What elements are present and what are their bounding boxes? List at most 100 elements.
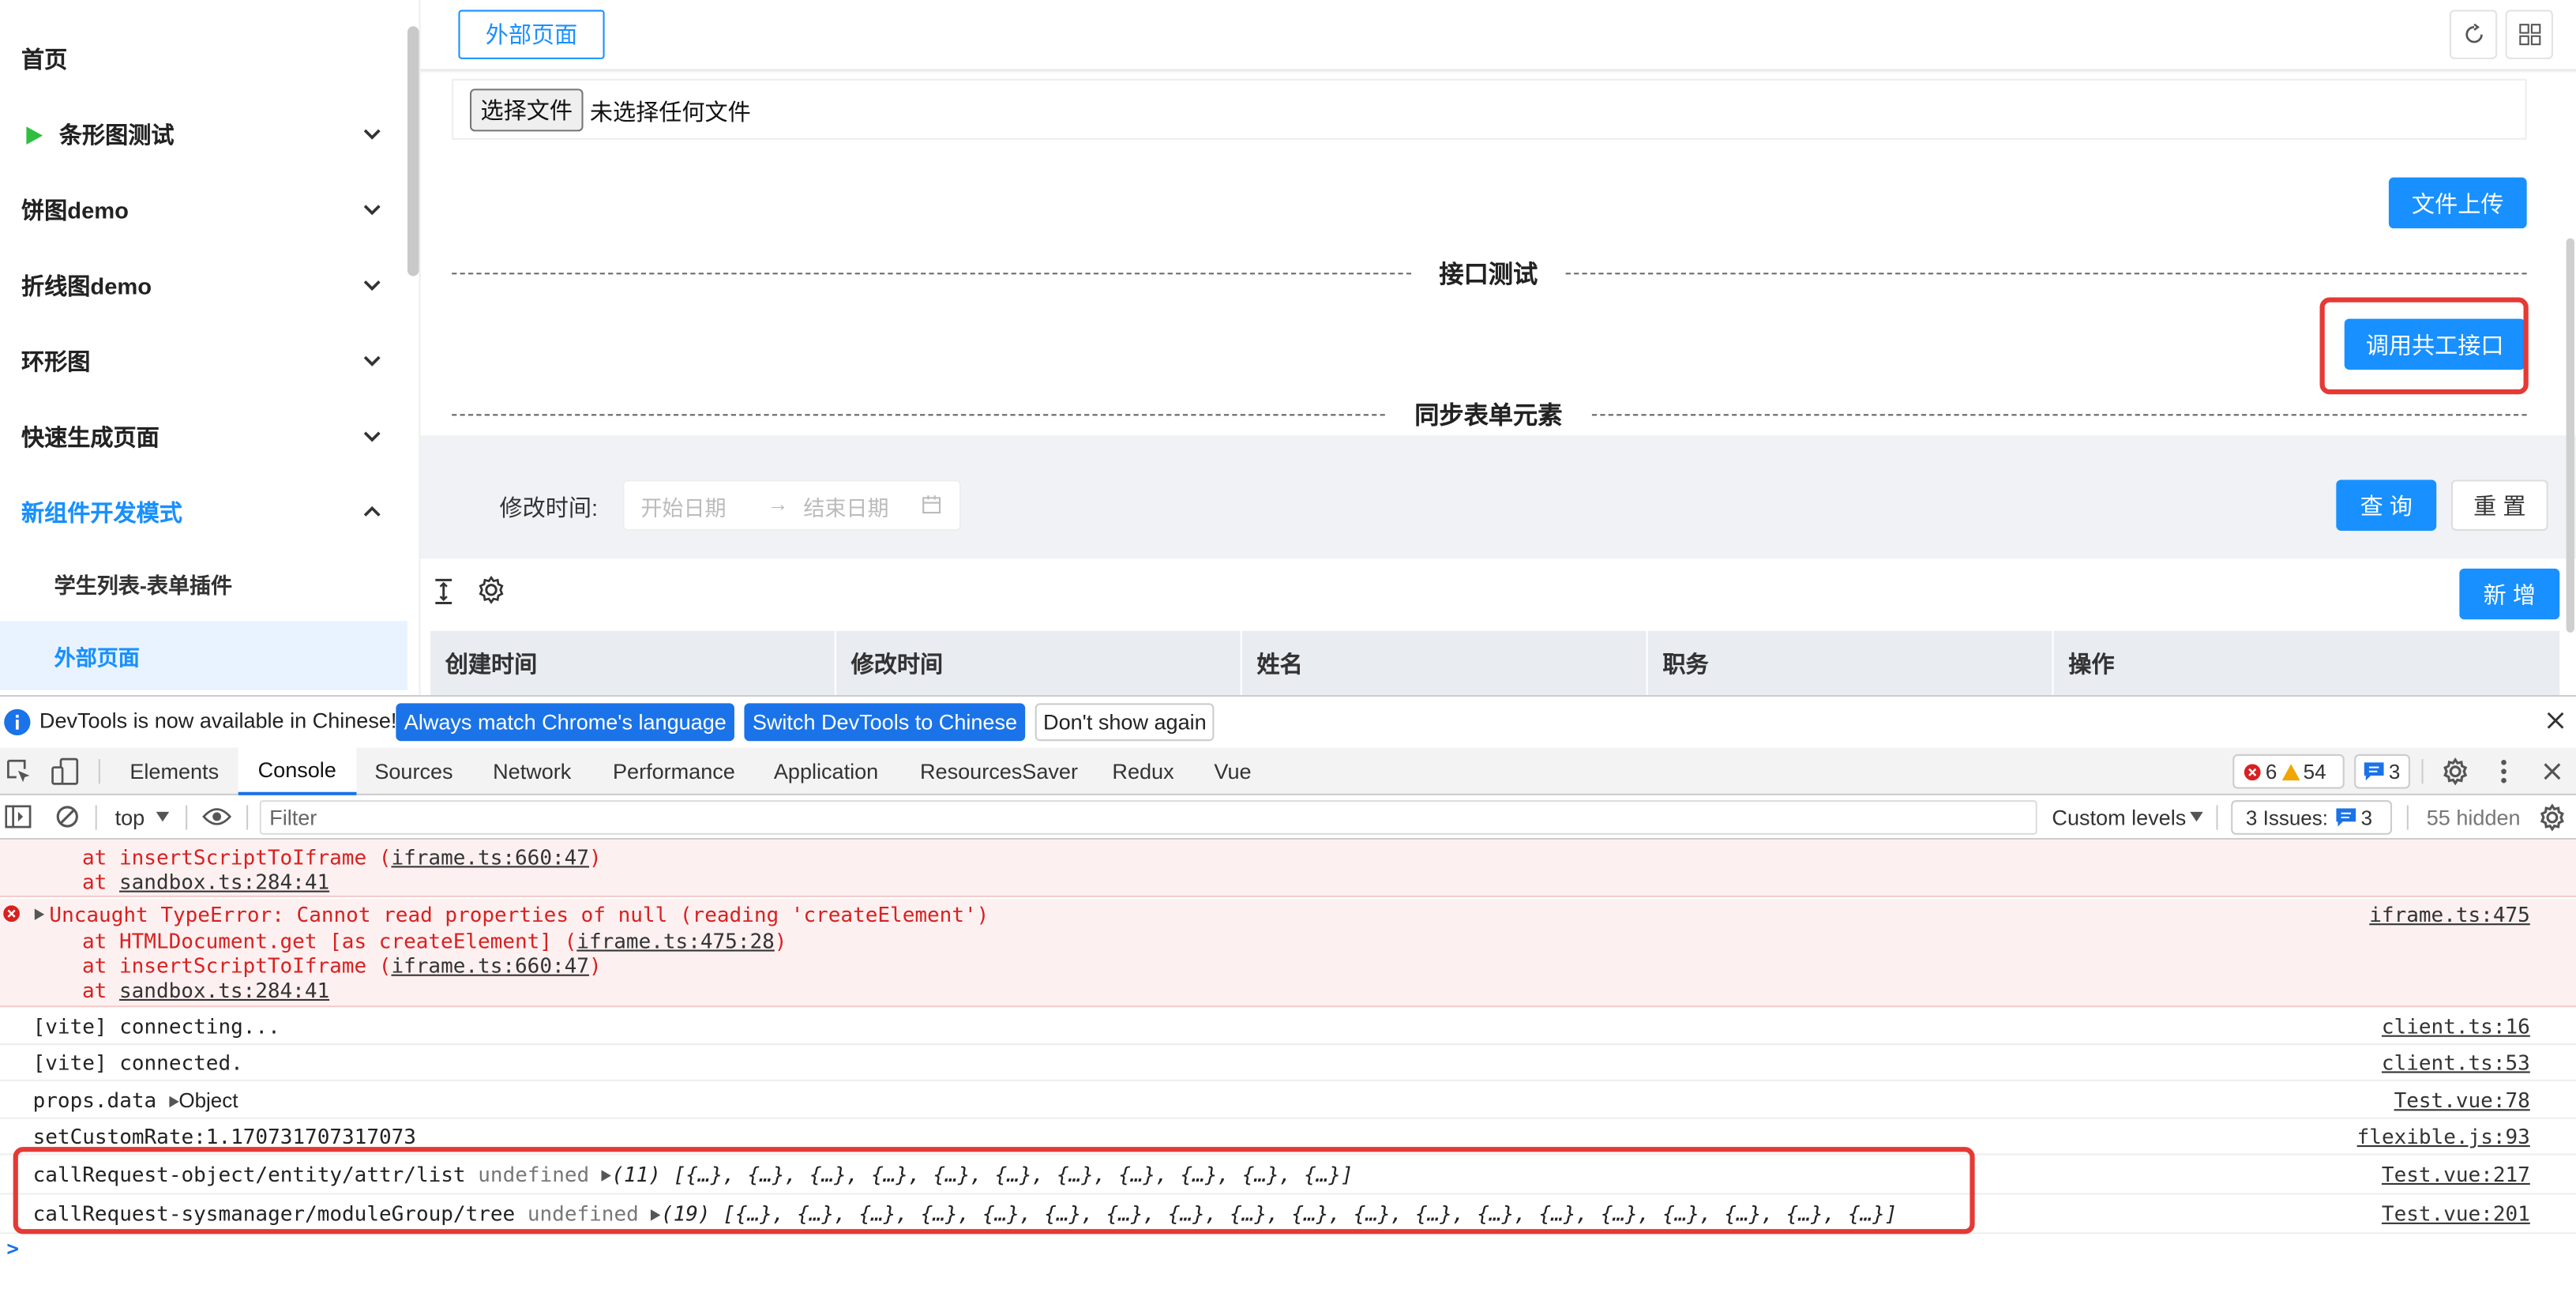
error-icon <box>2244 763 2261 780</box>
start-date-input[interactable]: 开始日期 <box>640 491 726 523</box>
issues-label: 3 Issues: <box>2245 806 2328 829</box>
choose-file-button[interactable]: 选择文件 <box>469 88 584 132</box>
reset-button[interactable]: 重 置 <box>2450 479 2548 531</box>
separator <box>246 805 249 830</box>
devtools-tab-performance[interactable]: Performance <box>613 748 735 795</box>
info-icon <box>4 708 31 735</box>
chevron-up-icon <box>363 505 381 517</box>
source-link[interactable]: client.ts:16 <box>2382 1014 2530 1039</box>
file-status: 未选择任何文件 <box>589 98 751 126</box>
end-date-input[interactable]: 结束日期 <box>803 491 888 523</box>
sidebar-item-bar-chart[interactable]: 条形图测试 <box>0 97 407 173</box>
filter-label: 修改时间: <box>499 494 599 521</box>
separator <box>98 759 100 784</box>
console-log-row <box>0 1009 2576 1046</box>
add-button[interactable]: 新 增 <box>2459 568 2560 620</box>
devtools-language-banner: DevTools is now available in Chinese! Al… <box>0 695 2576 746</box>
devtools-tab-resourcessaver[interactable]: ResourcesSaver <box>920 748 1078 795</box>
column-header[interactable]: 职务 <box>1648 630 2054 696</box>
issues-button[interactable]: 3 Issues: 3 <box>2231 800 2393 835</box>
sidebar-scrollbar[interactable] <box>407 26 419 276</box>
error-warning-counter[interactable]: 6 54 <box>2232 753 2345 789</box>
gear-icon[interactable] <box>476 575 505 604</box>
log-levels-dropdown[interactable]: Custom levels <box>2052 805 2186 829</box>
source-link[interactable]: client.ts:53 <box>2382 1050 2530 1074</box>
sidebar-item-ring[interactable]: 环形图 <box>0 324 407 400</box>
stack-frame: at insertScriptToIframe (iframe.ts:660:4… <box>82 953 602 978</box>
chevron-down-icon <box>363 129 381 140</box>
console-filter-input[interactable]: Filter <box>259 800 2037 835</box>
sidebar-item-new-component[interactable]: 新组件开发模式 <box>0 475 407 551</box>
sidebar-item-label: 折线图demo <box>21 272 152 299</box>
devtools-tab-network[interactable]: Network <box>493 748 571 795</box>
source-link[interactable]: sandbox.ts:284:41 <box>119 870 329 894</box>
sidebar-item-pie-demo[interactable]: 饼图demo <box>0 172 407 248</box>
switch-chinese-button[interactable]: Switch DevTools to Chinese <box>744 703 1026 742</box>
sidebar-subitem-label: 外部页面 <box>54 644 140 670</box>
source-link[interactable]: Test.vue:201 <box>2382 1201 2530 1226</box>
source-link[interactable]: sandbox.ts:284:41 <box>119 978 329 1002</box>
table-header: 创建时间 修改时间 姓名 职务 操作 <box>430 630 2560 696</box>
device-toggle-icon[interactable] <box>51 757 79 785</box>
calendar-icon <box>922 495 941 514</box>
expand-arrow-icon[interactable] <box>168 1095 179 1108</box>
messages-counter[interactable]: 3 <box>2354 753 2410 789</box>
dont-show-again-button[interactable]: Don't show again <box>1035 703 1215 742</box>
source-link[interactable]: Test.vue:78 <box>2394 1088 2530 1112</box>
tab-external-page[interactable]: 外部页面 <box>458 9 605 59</box>
close-devtools-icon[interactable] <box>2543 762 2561 780</box>
query-button[interactable]: 查 询 <box>2336 479 2437 531</box>
error-message: Uncaught TypeError: Cannot read properti… <box>49 902 989 927</box>
context-selector[interactable]: top <box>115 805 145 829</box>
sidebar-item-quick-page[interactable]: 快速生成页面 <box>0 400 407 475</box>
console-prompt[interactable]: > <box>6 1235 19 1260</box>
stack-frame: at sandbox.ts:284:41 <box>82 977 330 1003</box>
devtools-tab-elements[interactable]: Elements <box>130 748 219 795</box>
sidebar-subitem-external-page[interactable]: 外部页面 <box>0 621 407 690</box>
clear-console-icon[interactable] <box>56 805 79 828</box>
chevron-down-icon <box>363 280 381 291</box>
separator <box>95 805 97 830</box>
section-sync-form: 同步表单元素 <box>1414 402 1563 431</box>
source-link[interactable]: Test.vue:217 <box>2382 1162 2530 1186</box>
source-link[interactable]: iframe.ts:475 <box>2369 902 2530 926</box>
sidebar-item-home[interactable]: 首页 <box>0 21 407 97</box>
divider <box>1565 272 2527 275</box>
sidebar-toggle-icon[interactable] <box>5 805 32 829</box>
layout-button[interactable] <box>2505 9 2553 59</box>
source-link[interactable]: iframe.ts:660:47 <box>391 953 589 978</box>
close-icon[interactable] <box>2547 712 2565 730</box>
more-vertical-icon[interactable] <box>2499 757 2508 785</box>
devtools-tab-sources[interactable]: Sources <box>374 748 452 795</box>
divider <box>452 272 1412 275</box>
expand-arrow-icon[interactable] <box>34 908 45 921</box>
match-language-button[interactable]: Always match Chrome's language <box>396 703 735 742</box>
console-settings-icon[interactable] <box>2538 803 2566 832</box>
source-link[interactable]: flexible.js:93 <box>2357 1124 2530 1148</box>
refresh-button[interactable] <box>2449 9 2498 59</box>
devtools-tab-vue[interactable]: Vue <box>1214 748 1251 795</box>
column-header[interactable]: 修改时间 <box>836 630 1242 696</box>
settings-icon[interactable] <box>2441 757 2469 786</box>
column-header[interactable]: 姓名 <box>1242 630 1648 696</box>
sidebar-subitem-student-list[interactable]: 学生列表-表单插件 <box>0 549 407 618</box>
column-height-icon[interactable] <box>430 577 456 606</box>
devtools-tab-application[interactable]: Application <box>774 748 878 795</box>
eye-icon[interactable] <box>202 806 232 826</box>
upload-button[interactable]: 文件上传 <box>2388 177 2527 229</box>
inspect-icon[interactable] <box>6 759 31 784</box>
main-content: 外部页面 选择文件 未选择任何文件 文件上传 接口测试 调用共工接口 同步表单元… <box>420 0 2576 696</box>
source-link[interactable]: iframe.ts:660:47 <box>391 844 589 869</box>
separator <box>2421 759 2424 784</box>
column-header[interactable]: 创建时间 <box>430 630 836 696</box>
source-link[interactable]: iframe.ts:475:28 <box>576 928 775 953</box>
console-output: at insertScriptToIframe (iframe.ts:660:4… <box>0 840 2576 1289</box>
console-log-row <box>0 1045 2576 1081</box>
column-header[interactable]: 操作 <box>2054 631 2560 695</box>
dropdown-arrow-icon <box>2190 811 2203 822</box>
main-scrollbar[interactable] <box>2566 238 2574 633</box>
devtools-tab-redux[interactable]: Redux <box>1112 748 1173 795</box>
devtools-tab-console[interactable]: Console <box>238 747 356 795</box>
sidebar-item-line-demo[interactable]: 折线图demo <box>0 248 407 324</box>
error-count: 6 <box>2265 760 2277 784</box>
